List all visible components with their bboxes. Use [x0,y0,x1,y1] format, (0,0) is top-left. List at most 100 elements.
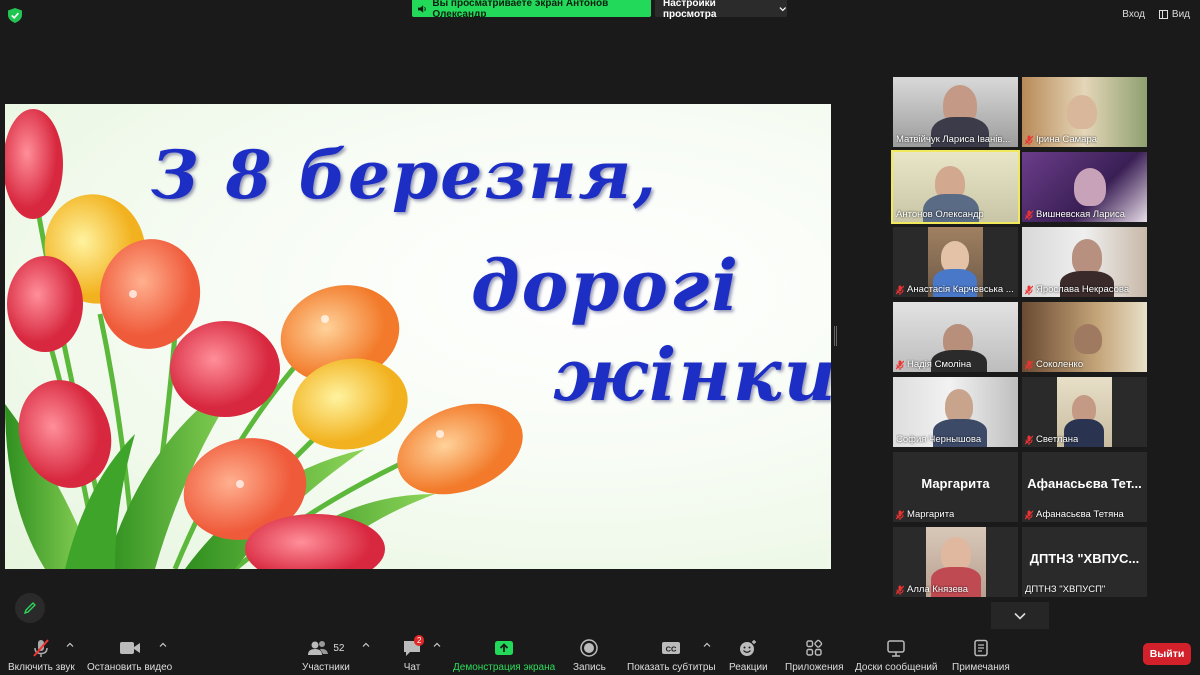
participant-face [1067,95,1097,129]
participant-name: Ярослава Некрасова [1025,284,1129,295]
whiteboard-icon [887,640,906,657]
participants-icon [308,641,329,655]
greeting-line-1: З 8 березня, [151,136,659,214]
mic-muted-icon [1025,285,1033,295]
participant-tile[interactable]: Светлана [1022,377,1147,447]
leave-meeting-button[interactable]: Выйти [1143,643,1191,665]
speaker-icon [418,4,426,13]
participant-name: Светлана [1025,434,1078,445]
captions-options-caret-icon[interactable] [703,641,711,649]
audio-options-caret-icon[interactable] [66,641,74,649]
enter-button[interactable]: Вход [1122,9,1145,20]
reaction-smiley-icon [740,640,757,656]
reactions-label: Реакции [729,662,768,673]
record-icon [580,639,599,657]
participant-tile[interactable]: ДПТНЗ "ХВПУС... ДПТНЗ "ХВПУСП" [1022,527,1147,597]
participant-face [1072,239,1102,275]
mic-muted-icon [1025,510,1033,520]
participant-name: Афанасьєва Тетяна [1025,509,1124,520]
participant-face [1074,324,1102,354]
mic-muted-icon [896,585,904,595]
participant-name: Маргарита [896,509,954,520]
participant-name: Вишневская Лариса [1025,209,1125,220]
chat-options-caret-icon[interactable] [433,641,441,649]
participant-name: Матвійчук Лариса Іванів... [896,134,1011,145]
participant-tile[interactable]: Афанасьєва Тет... Афанасьєва Тетяна [1022,452,1147,522]
share-screen-button[interactable]: Демонстрация экрана [453,637,555,673]
participant-tile[interactable]: Ярослава Некрасова [1022,227,1147,297]
view-layout-icon [1158,10,1168,19]
participant-tile[interactable]: Надія Смоліна [893,302,1018,372]
participants-label: Участники [302,662,350,673]
participant-face [941,537,971,571]
mic-muted-icon [33,639,50,657]
apps-button[interactable]: Приложения [785,637,844,673]
participants-count: 52 [333,642,345,654]
annotate-button[interactable] [15,593,45,623]
participant-display-name: Афанасьєва Тет... [1027,476,1142,491]
greeting-line-3: жінки! [553,332,831,417]
participants-options-caret-icon[interactable] [362,641,370,649]
notes-button[interactable]: Примечания [952,637,1010,673]
stop-video-label: Остановить видео [87,662,173,673]
notes-label: Примечания [952,662,1010,673]
participant-tile[interactable]: Маргарита Маргарита [893,452,1018,522]
video-options-caret-icon[interactable] [159,641,167,649]
whiteboards-label: Доски сообщений [855,662,938,673]
show-captions-label: Показать субтитры [627,662,716,673]
participant-name: Соколенко [1025,359,1083,370]
mic-muted-icon [1025,135,1033,145]
record-label: Запись [573,662,606,673]
chevron-down-icon [1014,612,1026,620]
participant-name: Надія Смоліна [896,359,971,370]
chat-button[interactable]: 2 Чат [402,635,425,673]
participant-name: Ірина Самара [1025,134,1097,145]
view-label: Вид [1171,9,1190,20]
security-shield-icon[interactable] [8,8,22,23]
apps-label: Приложения [785,662,844,673]
participant-tile[interactable]: София Чернышова [893,377,1018,447]
greeting-line-2: дорогі [471,244,740,327]
shared-screen: З 8 березня, дорогі жінки! [5,104,831,569]
participant-face [945,389,973,423]
chat-label: Чат [403,662,421,673]
participant-name: ДПТНЗ "ХВПУСП" [1025,584,1106,595]
top-right-controls: Вход Вид [1122,9,1190,20]
participant-tile[interactable]: Матвійчук Лариса Іванів... [893,77,1018,147]
unmute-label: Включить звук [8,662,75,673]
top-bar: Вы просматриваете экран Антонов Олександ… [0,0,1200,30]
participant-tile[interactable]: Вишневская Лариса [1022,152,1147,222]
participant-tile-active-speaker[interactable]: Антонов Олександр [891,150,1020,224]
share-banner-text: Вы просматриваете экран Антонов Олександ… [432,0,609,20]
gallery-scroll-down-button[interactable] [991,602,1049,629]
mic-muted-icon [1025,435,1033,445]
view-button[interactable]: Вид [1158,9,1190,20]
unmute-button[interactable]: Включить звук [8,637,75,673]
participant-face [1074,168,1106,206]
mic-muted-icon [1025,360,1033,370]
participant-tile[interactable]: Анастасія Карчевська ... [893,227,1018,297]
participants-button[interactable]: 52 Участники [302,637,350,673]
participant-tile[interactable]: Ірина Самара [1022,77,1147,147]
mic-muted-icon [896,360,904,370]
participant-tile[interactable]: Алла Князева [893,527,1018,597]
record-button[interactable]: Запись [573,637,606,673]
share-screen-label: Демонстрация экрана [453,662,556,673]
reactions-button[interactable]: Реакции [729,637,768,673]
view-options-button[interactable]: Настройки просмотра [655,0,787,20]
share-screen-icon [495,641,514,655]
participant-name: Антонов Олександр [896,209,984,220]
chat-unread-badge: 2 [414,635,425,646]
participant-name: Анастасія Карчевська ... [896,284,1014,295]
participant-display-name: Маргарита [921,476,990,491]
video-camera-icon [119,642,140,654]
participant-tile[interactable]: Соколенко [1022,302,1147,372]
closed-captions-icon: CC [662,642,681,654]
participant-name: София Чернышова [896,434,982,445]
chevron-down-icon [779,6,787,11]
whiteboards-button[interactable]: Доски сообщений [855,637,938,673]
mic-muted-icon [896,510,904,520]
participant-name: Алла Князева [896,584,968,595]
notes-icon [974,639,988,657]
split-resize-handle[interactable] [834,326,837,346]
